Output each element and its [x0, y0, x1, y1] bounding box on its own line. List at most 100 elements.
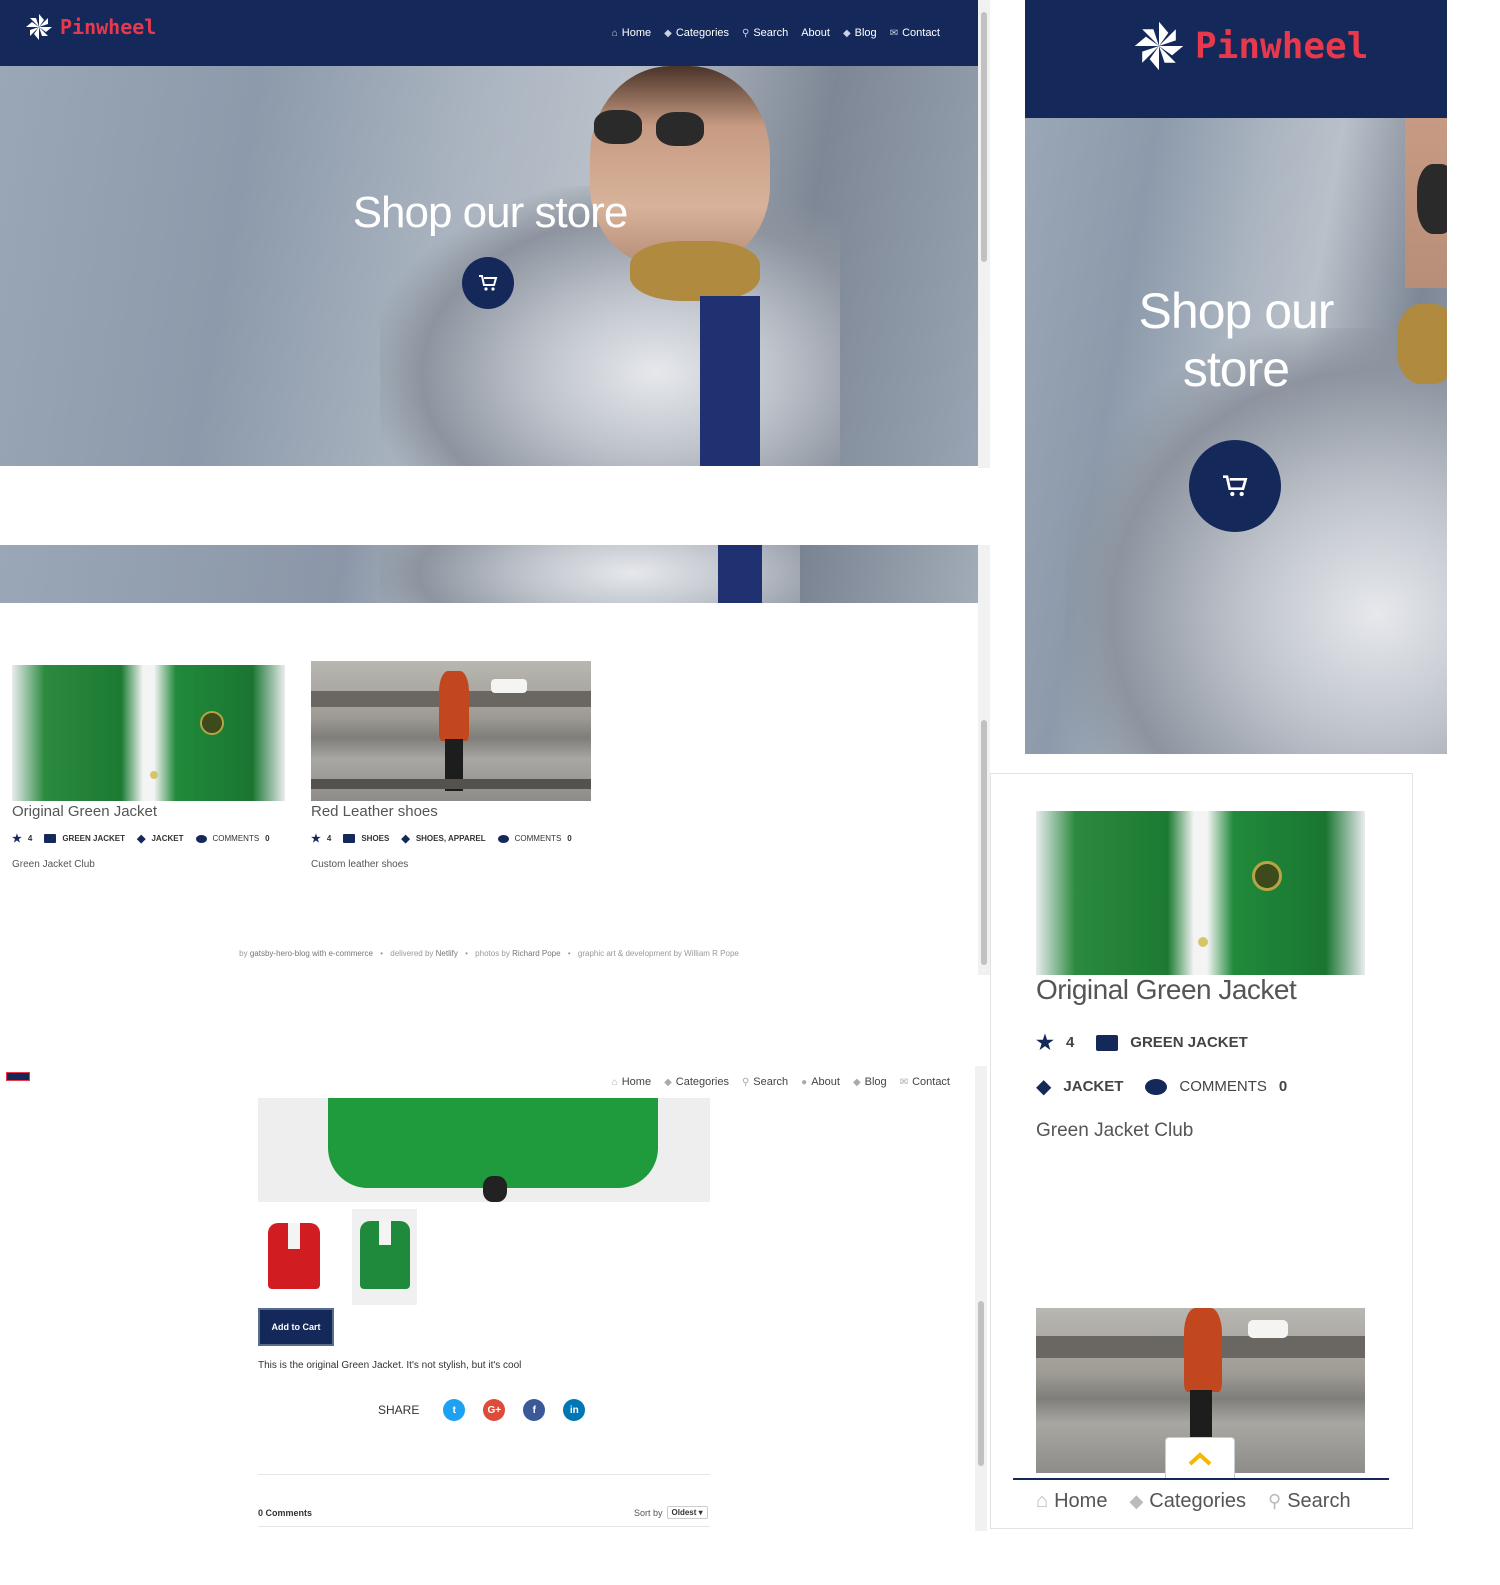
footer-photos-link[interactable]: Richard Pope [512, 949, 560, 958]
product-comments-count: 0 [567, 834, 572, 843]
footer-photos-prefix: photos by [475, 949, 510, 958]
product-image-red-shoes[interactable] [311, 661, 591, 801]
nav-search[interactable]: ⚲ Search [1268, 1490, 1351, 1513]
product-meta: ★ 4 SHOES ◆ SHOES, APPAREL COMMENTS 0 [311, 832, 591, 845]
scrollbar[interactable] [978, 545, 990, 975]
mobile-list-window: Original Green Jacket ★ 4 GREEN JACKET ◆… [990, 773, 1413, 1529]
tag-icon: ◆ [664, 1076, 672, 1088]
share-label: SHARE [378, 1403, 420, 1417]
comments-divider [258, 1474, 710, 1475]
hero-cart-button[interactable] [462, 257, 514, 309]
search-icon: ⚲ [742, 27, 750, 39]
nav-categories[interactable]: ◆ Categories [664, 1076, 729, 1088]
mail-icon: ✉ [889, 27, 899, 39]
product-card[interactable]: Original Green Jacket ★ 4 GREEN JACKET ◆… [12, 665, 285, 870]
product-category[interactable]: SHOES, APPAREL [416, 834, 486, 843]
share-row: SHARE t G+ f in [378, 1399, 586, 1421]
linkedin-icon[interactable]: in [563, 1399, 586, 1421]
mobile-cart-button[interactable] [1189, 440, 1281, 532]
comments-count: 0 Comments [258, 1508, 313, 1518]
scrollbar-thumb[interactable] [981, 720, 987, 965]
footer-delivered-link[interactable]: Netlify [436, 949, 458, 958]
sort-select[interactable]: Oldest ▾ [666, 1506, 708, 1519]
comment-icon [497, 834, 509, 843]
product-detail-window: ⌂ Home ◆ Categories ⚲ Search ● About ◆ Blog ✉… [0, 1066, 990, 1531]
nav-blog-label: Blog [854, 27, 877, 39]
thumbnail-green-jacket[interactable] [352, 1209, 417, 1305]
desktop-list-window: Original Green Jacket ★ 4 GREEN JACKET ◆… [0, 545, 990, 975]
sort-label: Sort by [634, 1507, 663, 1518]
mail-icon: ✉ [899, 1076, 909, 1088]
footer-delivered-prefix: delivered by [390, 949, 434, 958]
logo[interactable]: Pinwheel [1131, 18, 1368, 74]
scrollbar[interactable] [978, 0, 990, 468]
nav-blog[interactable]: ◆ Blog [843, 27, 877, 39]
product-main-image[interactable] [258, 1098, 710, 1202]
product-title[interactable]: Original Green Jacket [12, 803, 285, 820]
mobile-bottom-nav: ⌂ Home ◆ Categories ⚲ Search [1036, 1490, 1351, 1513]
mobile-product-description: Green Jacket Club [1036, 1120, 1194, 1141]
nav-blog[interactable]: ◆ Blog [853, 1076, 887, 1088]
hero-title: Shop our store [352, 188, 629, 237]
product-title[interactable]: Red Leather shoes [311, 803, 591, 820]
cart-icon [1223, 475, 1248, 497]
footer-by-link[interactable]: gatsby-hero-blog with e-commerce [250, 949, 373, 958]
mobile-product-image-green-jacket[interactable] [1036, 811, 1365, 975]
hero-zipper [700, 296, 760, 466]
tag-icon: ◆ [137, 833, 146, 845]
facebook-icon[interactable]: f [523, 1399, 546, 1421]
nav-categories-label: Categories [1149, 1490, 1247, 1512]
nav-search[interactable]: ⚲ Search [742, 1076, 788, 1088]
add-to-cart-button[interactable]: Add to Cart [258, 1308, 334, 1346]
nav-contact[interactable]: ✉ Contact [890, 27, 940, 39]
mobile-hero-hood [1397, 304, 1447, 384]
nav-contact[interactable]: ✉ Contact [900, 1076, 950, 1088]
nav-home-label: Home [1054, 1490, 1108, 1512]
product-name-tag[interactable]: GREEN JACKET [62, 834, 125, 843]
footer-graphic-link[interactable]: William R Pope [684, 949, 739, 958]
scrollbar-thumb[interactable] [978, 1301, 984, 1466]
nav-home[interactable]: ⌂ Home [612, 27, 651, 39]
mobile-bottom-nav-divider [1013, 1478, 1389, 1480]
mobile-hero-title: Shop our store [1085, 282, 1387, 398]
mini-logo[interactable] [6, 1072, 30, 1081]
pinwheel-logo-icon [1134, 21, 1184, 71]
id-card-icon [343, 834, 356, 843]
product-image-green-jacket[interactable] [12, 665, 285, 801]
nav-blog-label: Blog [864, 1076, 887, 1088]
mobile-product-title[interactable]: Original Green Jacket [1036, 974, 1297, 1006]
twitter-icon[interactable]: t [443, 1399, 466, 1421]
main-nav: ⌂ Home ◆ Categories ⚲ Search About ◆ Blog ✉ C… [612, 27, 940, 39]
nav-home[interactable]: ⌂ Home [612, 1076, 651, 1088]
chevron-up-icon [1188, 1451, 1212, 1465]
nav-categories[interactable]: ◆ Categories [1129, 1490, 1246, 1513]
star-icon: ★ [311, 833, 321, 845]
product-card[interactable]: Red Leather shoes ★ 4 SHOES ◆ SHOES, APP… [311, 661, 591, 870]
add-to-cart-label: Add to Cart [271, 1322, 321, 1332]
mobile-product-comments-label: COMMENTS [1179, 1078, 1267, 1095]
brand-name: Pinwheel [60, 15, 157, 39]
mobile-product-category[interactable]: JACKET [1063, 1078, 1123, 1095]
back-to-top-button[interactable] [1165, 1437, 1235, 1479]
pinwheel-logo-icon [26, 14, 52, 40]
google-plus-icon[interactable]: G+ [483, 1399, 506, 1421]
product-category[interactable]: JACKET [151, 834, 183, 843]
thumbnail-red-jacket[interactable] [258, 1209, 330, 1303]
nav-about-label: About [801, 27, 830, 39]
nav-about[interactable]: About [801, 27, 830, 39]
mobile-product-name-tag[interactable]: GREEN JACKET [1130, 1034, 1248, 1051]
scrollbar-thumb[interactable] [981, 12, 987, 262]
nav-categories[interactable]: ◆ Categories [664, 27, 729, 39]
scrollbar[interactable] [975, 1066, 987, 1531]
comment-icon [1145, 1078, 1168, 1095]
nav-home[interactable]: ⌂ Home [1036, 1490, 1107, 1513]
nav-search[interactable]: ⚲ Search [742, 27, 788, 39]
tag-icon: ◆ [401, 833, 410, 845]
sort-value: Oldest [671, 1508, 697, 1517]
logo[interactable]: Pinwheel [24, 12, 156, 42]
mobile-product-comments-count: 0 [1278, 1078, 1288, 1095]
site-header: Pinwheel ⌂ Home ◆ Categories ⚲ Search About… [0, 0, 978, 66]
nav-about[interactable]: ● About [801, 1076, 840, 1088]
brand-name: Pinwheel [1195, 25, 1369, 67]
product-name-tag[interactable]: SHOES [361, 834, 389, 843]
